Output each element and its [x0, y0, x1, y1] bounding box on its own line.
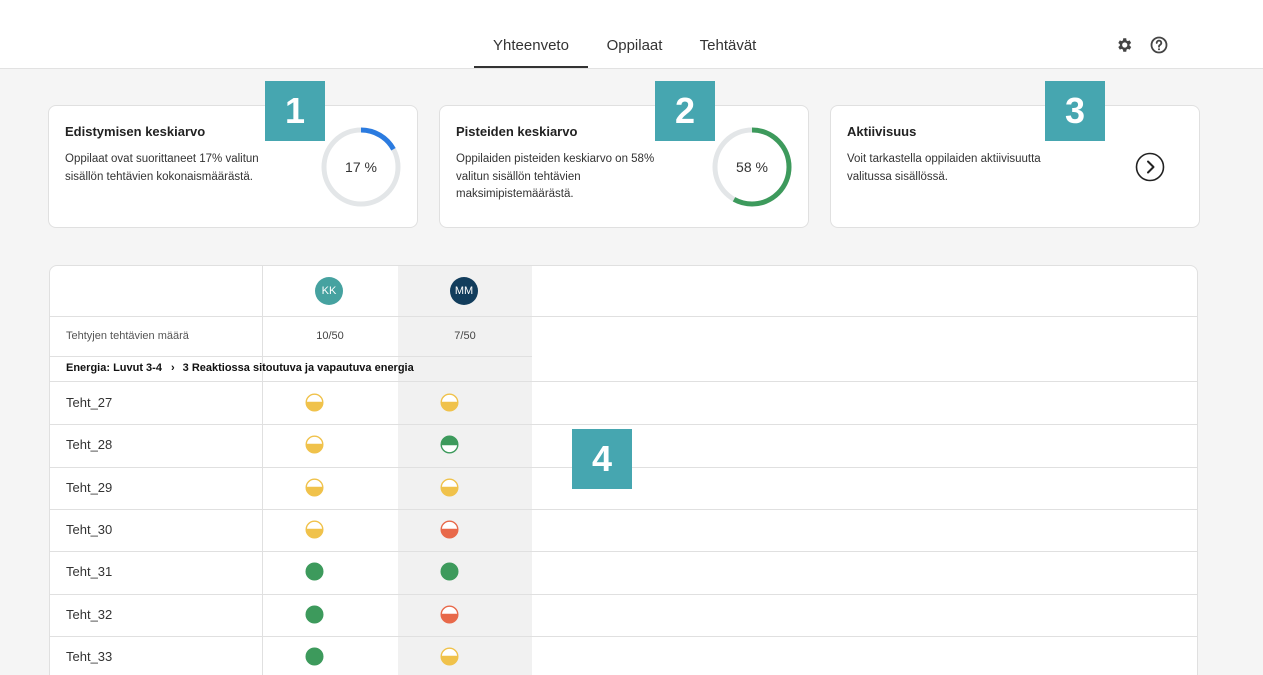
tab-yhteenveto[interactable]: Yhteenveto: [474, 28, 588, 68]
status-half-red-icon[interactable]: [440, 604, 459, 624]
task-row-label[interactable]: Teht_28: [66, 437, 112, 452]
status-half-yellow-icon[interactable]: [440, 393, 459, 412]
annotation-badge-3: 3: [1045, 81, 1105, 141]
completed-count-kk: 10/50: [316, 330, 344, 342]
row-divider: [50, 593, 1197, 595]
status-half-red-icon[interactable]: [440, 520, 459, 539]
card-description: Voit tarkastella oppilaiden aktiivisuutt…: [847, 153, 1041, 183]
status-half-yellow-icon[interactable]: [305, 435, 324, 454]
annotation-badge-1: 1: [265, 81, 325, 141]
breadcrumb-subsection: 3 Reaktiossa sitoutuva ja vapautuva ener…: [182, 362, 414, 374]
status-half-yellow-icon[interactable]: [305, 520, 324, 539]
card-title: Pisteiden keskiarvo: [456, 124, 578, 139]
progress-average-card: Edistymisen keskiarvo Oppilaat ovat suor…: [48, 105, 418, 228]
tab-oppilaat[interactable]: Oppilaat: [592, 28, 677, 68]
chevron-right-circle-icon[interactable]: [1135, 152, 1165, 182]
annotation-badge-2: 2: [655, 81, 715, 141]
top-navigation: Yhteenveto Oppilaat Tehtävät: [0, 0, 1263, 69]
breadcrumb: Energia: Luvut 3-4 › 3 Reaktiossa sitoutuv…: [66, 362, 414, 374]
chevron-right-icon: ›: [170, 362, 175, 374]
row-divider: [50, 424, 1197, 426]
gear-icon[interactable]: [1115, 36, 1133, 54]
row-divider: [50, 635, 1197, 637]
status-half-yellow-icon[interactable]: [440, 647, 459, 666]
row-divider: [50, 316, 1197, 317]
points-ring: 58 %: [711, 126, 793, 208]
row-divider: [50, 356, 532, 357]
task-row-label[interactable]: Teht_32: [66, 607, 112, 622]
task-row-label[interactable]: Teht_33: [66, 649, 112, 664]
progress-value: 17 %: [345, 159, 377, 175]
status-half-yellow-icon[interactable]: [305, 478, 324, 497]
student-avatar-kk[interactable]: KK: [315, 277, 343, 305]
status-half-yellow-icon[interactable]: [305, 393, 324, 412]
help-icon[interactable]: [1150, 36, 1168, 54]
tab-tehtavat[interactable]: Tehtävät: [686, 28, 770, 68]
column-divider: [262, 266, 263, 675]
activity-card[interactable]: Aktiivisuus Voit tarkastella oppilaiden …: [830, 105, 1200, 228]
status-full-green-icon[interactable]: [305, 605, 324, 624]
status-half-green-icon[interactable]: [440, 435, 459, 454]
progress-ring: 17 %: [320, 126, 402, 208]
task-row-label[interactable]: Teht_29: [66, 480, 112, 495]
card-description: Oppilaiden pisteiden keskiarvo on 58% va…: [456, 153, 655, 200]
card-title: Edistymisen keskiarvo: [65, 124, 206, 139]
status-full-green-icon[interactable]: [305, 647, 324, 666]
status-full-green-icon[interactable]: [440, 562, 459, 581]
row-divider: [50, 551, 1197, 553]
points-average-card: Pisteiden keskiarvo Oppilaiden pisteiden…: [439, 105, 809, 228]
task-row-label[interactable]: Teht_27: [66, 395, 112, 410]
status-full-green-icon[interactable]: [305, 562, 324, 581]
student-column-highlight: [398, 266, 532, 675]
annotation-badge-4: 4: [572, 429, 632, 489]
task-row-label[interactable]: Teht_31: [66, 564, 112, 579]
row-divider: [50, 381, 1197, 382]
student-avatar-mm[interactable]: MM: [450, 277, 478, 305]
completed-count-label: Tehtyjen tehtävien määrä: [66, 330, 189, 342]
card-title: Aktiivisuus: [847, 124, 917, 139]
breadcrumb-section[interactable]: Energia: Luvut 3-4: [66, 362, 162, 374]
row-divider: [50, 508, 1197, 510]
status-half-yellow-icon[interactable]: [440, 478, 459, 497]
completed-count-mm: 7/50: [454, 330, 476, 342]
points-value: 58 %: [736, 159, 768, 175]
card-description: Oppilaat ovat suorittaneet 17% valitun s…: [65, 153, 259, 183]
task-row-label[interactable]: Teht_30: [66, 522, 112, 537]
